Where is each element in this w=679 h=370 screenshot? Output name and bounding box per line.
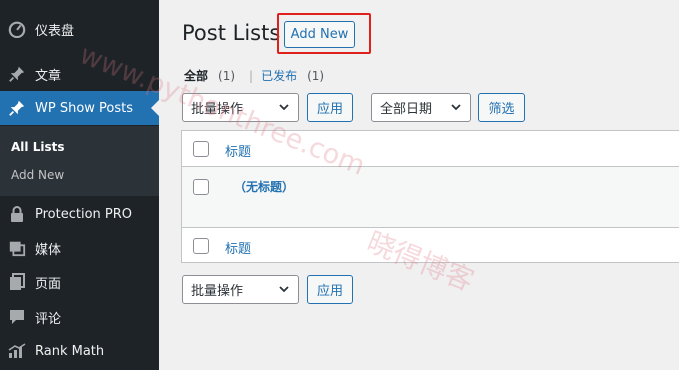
select-all-checkbox[interactable] (193, 141, 209, 157)
date-filter-select[interactable]: 全部日期 (371, 93, 471, 122)
row-checkbox[interactable] (193, 179, 209, 195)
row-title-link[interactable]: （无标题） (234, 178, 294, 195)
sidebar-item-label: 仪表盘 (35, 23, 75, 39)
table-header-row: 标题 (182, 131, 679, 167)
filter-published[interactable]: 已发布 (261, 67, 297, 84)
sidebar-submenu: All Lists Add New (0, 126, 159, 196)
apply-button-top[interactable]: 应用 (307, 93, 353, 122)
sidebar-item-dashboard[interactable]: 仪表盘 (0, 12, 159, 46)
sidebar-item-label: 评论 (35, 311, 62, 327)
sidebar-item-protection-pro[interactable]: Protection PRO (0, 197, 159, 231)
chart-icon (7, 341, 27, 361)
comment-icon (7, 307, 27, 327)
chevron-down-icon (451, 104, 461, 111)
sidebar-item-label: Rank Math (35, 343, 105, 359)
filter-all[interactable]: 全部 (184, 67, 208, 84)
bulk-action-selected: 批量操作 (191, 102, 244, 117)
apply-button-bottom[interactable]: 应用 (307, 275, 353, 304)
submenu-all-lists[interactable]: All Lists (11, 140, 64, 154)
table-footer-row: 标题 (182, 228, 679, 264)
status-filter-links: 全部 (1) | 已发布 (1) (184, 67, 324, 84)
sidebar-item-posts[interactable]: 文章 (0, 57, 159, 91)
select-all-checkbox-footer[interactable] (193, 238, 209, 254)
sidebar-item-label: 媒体 (35, 242, 62, 258)
add-new-button[interactable]: Add New (284, 21, 355, 48)
date-filter-selected: 全部日期 (380, 102, 433, 117)
admin-sidebar: 仪表盘 文章 WP Show Posts All Lists Add New P… (0, 0, 159, 370)
dashboard-icon (7, 19, 27, 39)
chevron-down-icon (279, 286, 289, 293)
media-icon (7, 238, 27, 258)
bulk-action-select-top[interactable]: 批量操作 (182, 93, 299, 122)
submenu-add-new[interactable]: Add New (11, 168, 64, 182)
sidebar-item-pages[interactable]: 页面 (0, 265, 159, 299)
page-icon (7, 272, 27, 292)
posts-table: 标题 （无标题） 标题 (181, 130, 679, 263)
sidebar-item-rank-math[interactable]: Rank Math (0, 334, 159, 368)
chevron-down-icon (279, 104, 289, 111)
filter-button[interactable]: 筛选 (478, 93, 525, 122)
page-title: Post Lists (182, 21, 281, 45)
filter-all-count: (1) (218, 68, 236, 83)
bulk-action-selected: 批量操作 (191, 284, 244, 299)
bulk-action-select-bottom[interactable]: 批量操作 (182, 275, 299, 304)
sidebar-item-label: WP Show Posts (35, 100, 134, 116)
sidebar-item-label: 页面 (35, 276, 62, 292)
column-title-footer[interactable]: 标题 (225, 238, 251, 257)
table-row: （无标题） (182, 167, 679, 228)
sidebar-item-label: 文章 (35, 68, 62, 84)
sidebar-item-label: Protection PRO (35, 206, 133, 222)
sidebar-item-comments[interactable]: 评论 (0, 300, 159, 334)
column-title-header[interactable]: 标题 (225, 141, 251, 160)
pin-icon (7, 98, 27, 118)
filter-separator: | (249, 68, 254, 83)
pin-icon (7, 64, 27, 84)
filter-published-count: (1) (307, 68, 325, 83)
sidebar-item-media[interactable]: 媒体 (0, 231, 159, 265)
sidebar-item-wp-show-posts[interactable]: WP Show Posts (0, 91, 159, 125)
lock-icon (7, 204, 27, 224)
